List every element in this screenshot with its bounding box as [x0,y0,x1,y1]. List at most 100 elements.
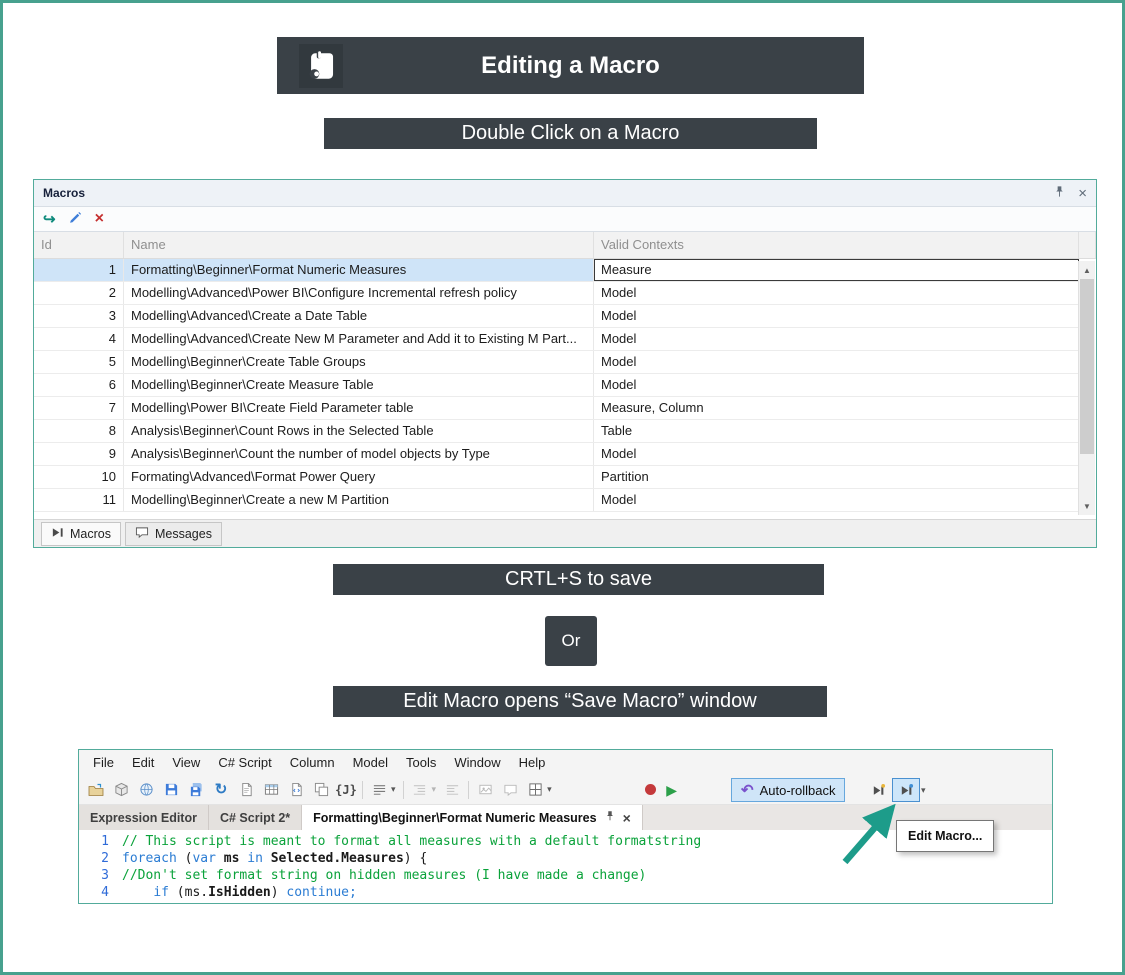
macro-id-cell: 11 [34,489,124,511]
code-line: 2foreach (var ms in Selected.Measures) { [79,850,1052,867]
macro-row[interactable]: 6Modelling\Beginner\Create Measure Table… [34,374,1079,397]
macro-row[interactable]: 9Analysis\Beginner\Count the number of m… [34,443,1079,466]
record-icon[interactable] [645,784,656,795]
borders-icon[interactable] [526,781,544,799]
menu-item-edit[interactable]: Edit [123,751,163,774]
indent-icon[interactable] [411,781,429,799]
macro-row[interactable]: 10Formating\Advanced\Format Power QueryP… [34,466,1079,489]
braces-icon[interactable]: {J} [337,781,355,799]
menu-item-file[interactable]: File [84,751,123,774]
toolbar-separator [468,781,469,799]
macro-contexts-cell: Model [594,328,1079,350]
line-number: 3 [79,867,109,884]
chevron-down-icon[interactable]: ▾ [432,784,437,795]
menu-item-c-script[interactable]: C# Script [209,751,280,774]
macros-table-header: Id Name Valid Contexts [34,232,1096,259]
or-label: Or [545,616,597,666]
macro-contexts-cell: Model [594,282,1079,304]
perspectives-icon[interactable] [312,781,330,799]
refresh-icon[interactable]: ↻ [212,781,230,799]
format-list-icon[interactable] [370,781,388,799]
chevron-down-icon[interactable]: ▾ [547,784,552,795]
macro-contexts-cell: Measure [594,259,1079,281]
editor-tab-formatting-beginner-format-numeric-measures[interactable]: Formatting\Beginner\Format Numeric Measu… [302,805,643,830]
edit-macro-pencil-icon[interactable] [68,210,83,228]
edit-macro-tooltip: Edit Macro... [896,820,994,852]
macro-row[interactable]: 5Modelling\Beginner\Create Table GroupsM… [34,351,1079,374]
editor-toolbar: ↻ {J} ▾ ▾ [79,775,1052,805]
editor-tab-c-script-2[interactable]: C# Script 2* [209,805,302,830]
column-header-valid-contexts[interactable]: Valid Contexts [594,232,1079,258]
scrollbar-thumb[interactable] [1080,279,1094,454]
macro-name-cell: Formating\Advanced\Format Power Query [124,466,594,488]
editor-menubar: FileEditViewC# ScriptColumnModelToolsWin… [79,750,1052,775]
new-document-icon[interactable] [237,781,255,799]
outdent-icon[interactable] [443,781,461,799]
pin-icon[interactable] [604,810,616,825]
vertical-scrollbar[interactable]: ▲ ▼ [1078,261,1095,515]
step3-banner: Edit Macro opens “Save Macro” window [333,686,827,717]
macro-row[interactable]: 7Modelling\Power BI\Create Field Paramet… [34,397,1079,420]
editor-tab-expression-editor[interactable]: Expression Editor [79,805,209,830]
deploy-globe-icon[interactable] [137,781,155,799]
macro-row[interactable]: 3Modelling\Advanced\Create a Date TableM… [34,305,1079,328]
table-icon[interactable] [262,781,280,799]
menu-item-column[interactable]: Column [281,751,344,774]
save-macro-icon[interactable] [869,781,887,799]
open-file-icon[interactable] [87,781,105,799]
tab-macros[interactable]: Macros [41,522,121,546]
play-icon[interactable]: ▶ [663,781,681,799]
macro-row[interactable]: 11Modelling\Beginner\Create a new M Part… [34,489,1079,512]
macros-panel-title: Macros [43,186,1053,200]
tab-label: Formatting\Beginner\Format Numeric Measu… [313,811,596,825]
scroll-down-icon[interactable]: ▼ [1079,498,1095,514]
run-macro-icon[interactable]: ↪ [43,212,56,227]
chevron-down-icon[interactable]: ▾ [921,785,926,796]
macro-name-cell: Modelling\Beginner\Create Table Groups [124,351,594,373]
menu-item-tools[interactable]: Tools [397,751,445,774]
undo-arrow-icon: ↶ [741,783,754,798]
code-text: //Don't set format string on hidden meas… [122,867,646,884]
menu-item-view[interactable]: View [163,751,209,774]
package-icon[interactable] [112,781,130,799]
macros-panel-toolbar: ↪ × [34,207,1096,232]
save-all-icon[interactable] [187,781,205,799]
macro-contexts-cell: Table [594,420,1079,442]
scroll-up-icon[interactable]: ▲ [1079,262,1095,278]
close-icon[interactable]: × [1078,186,1087,201]
save-icon[interactable] [162,781,180,799]
line-number: 4 [79,884,109,901]
macro-row[interactable]: 4Modelling\Advanced\Create New M Paramet… [34,328,1079,351]
edit-macro-icon [899,783,914,798]
macro-contexts-cell: Model [594,351,1079,373]
column-header-name[interactable]: Name [124,232,594,258]
pin-icon[interactable] [1053,185,1066,201]
macro-contexts-cell: Partition [594,466,1079,488]
menu-item-model[interactable]: Model [344,751,397,774]
code-line: 3 //Don't set format string on hidden mea… [79,867,1052,884]
macro-id-cell: 5 [34,351,124,373]
code-text: // This script is meant to format all me… [122,833,701,850]
script-document-icon[interactable] [287,781,305,799]
comment-bubble-icon[interactable] [501,781,519,799]
menu-item-help[interactable]: Help [510,751,555,774]
macro-scroll-icon [299,44,343,88]
auto-rollback-button[interactable]: ↶ Auto-rollback [731,778,845,802]
macro-row[interactable]: 2Modelling\Advanced\Power BI\Configure I… [34,282,1079,305]
macro-name-cell: Modelling\Power BI\Create Field Paramete… [124,397,594,419]
delete-macro-icon[interactable]: × [95,211,104,227]
macro-contexts-cell: Model [594,489,1079,511]
macro-name-cell: Analysis\Beginner\Count Rows in the Sele… [124,420,594,442]
tab-label: Expression Editor [90,811,197,825]
macro-row[interactable]: 1Formatting\Beginner\Format Numeric Meas… [34,259,1079,282]
close-icon[interactable]: × [623,811,631,825]
column-header-id[interactable]: Id [34,232,124,258]
image-frame-icon[interactable] [476,781,494,799]
macros-table-body: 1Formatting\Beginner\Format Numeric Meas… [34,259,1096,519]
tab-messages[interactable]: Messages [125,522,222,546]
auto-rollback-label: Auto-rollback [760,783,836,798]
macros-panel-titlebar: Macros × [34,180,1096,207]
macro-row[interactable]: 8Analysis\Beginner\Count Rows in the Sel… [34,420,1079,443]
menu-item-window[interactable]: Window [445,751,509,774]
chevron-down-icon[interactable]: ▾ [391,784,396,795]
